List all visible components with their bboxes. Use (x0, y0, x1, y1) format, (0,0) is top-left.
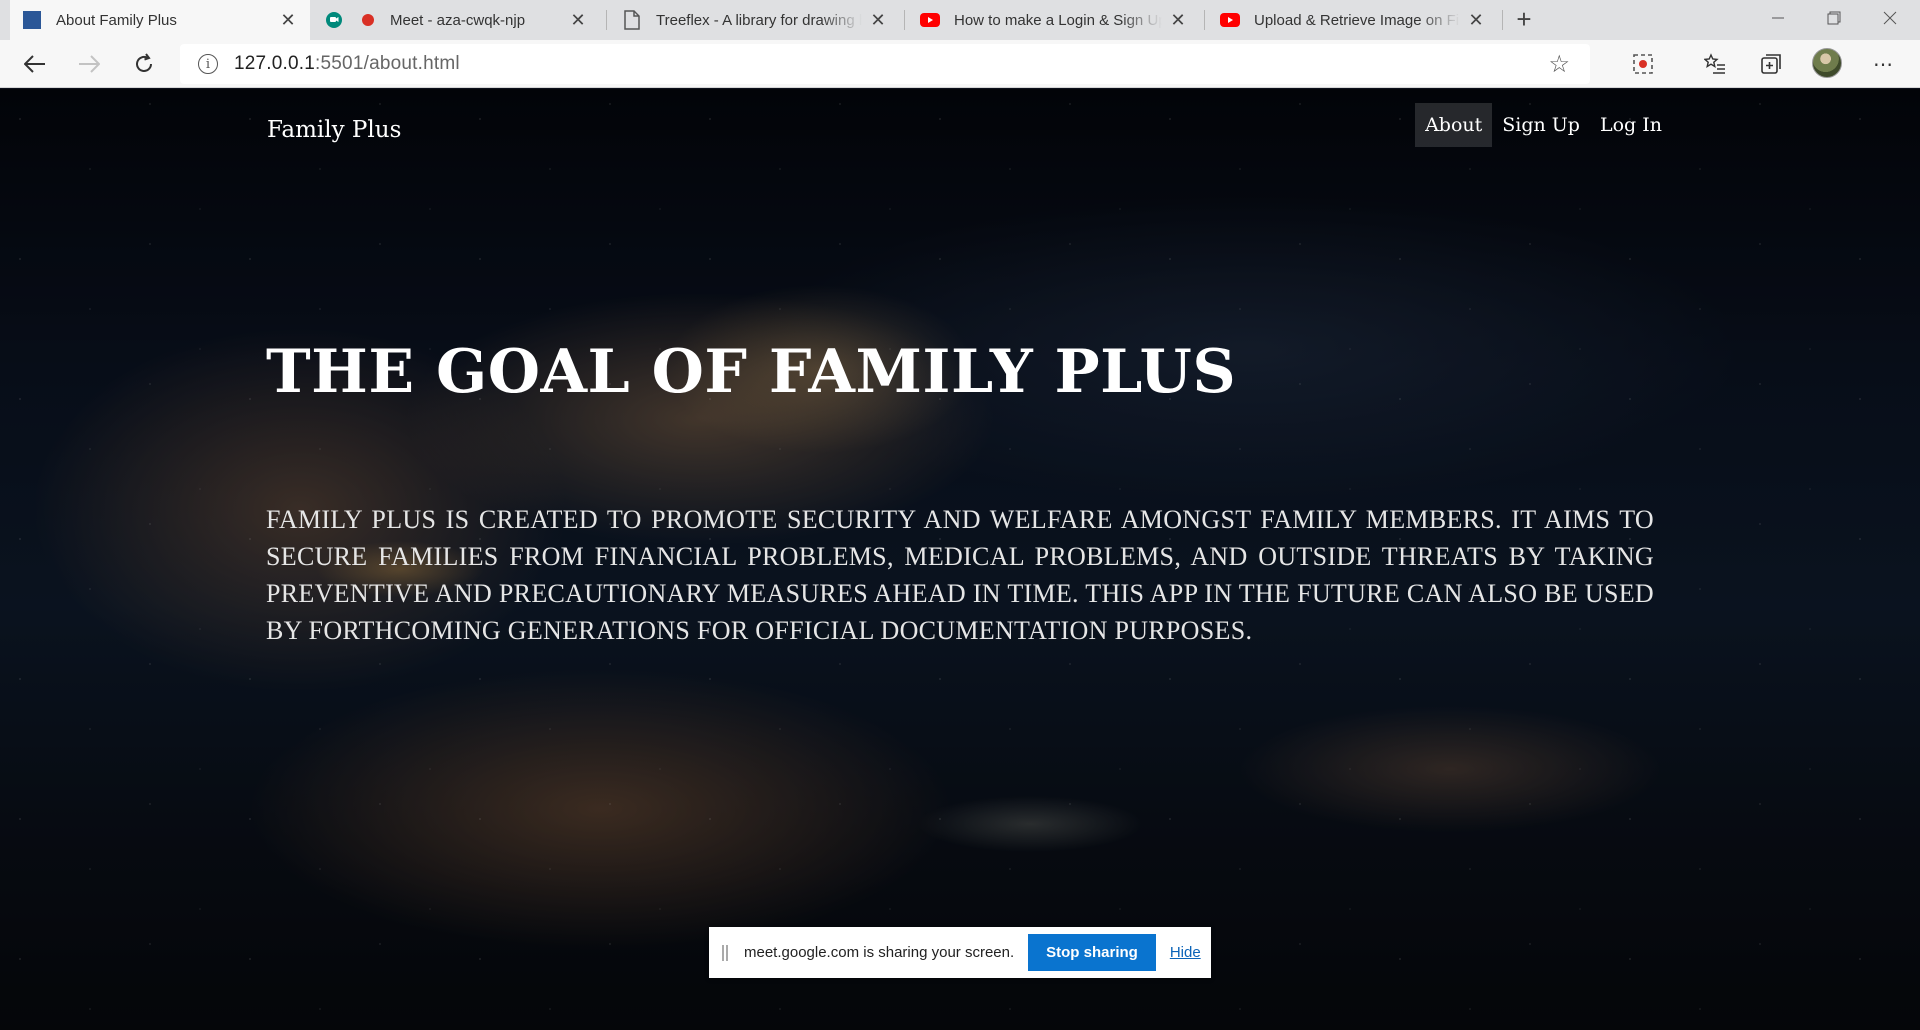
site-brand[interactable]: Family Plus (267, 117, 401, 143)
back-button[interactable] (18, 48, 52, 80)
nav-about[interactable]: About (1415, 103, 1493, 147)
screen-capture-icon (1633, 54, 1653, 74)
more-dots-icon: ⋯ (1873, 53, 1893, 76)
tab-divider (1502, 10, 1503, 30)
tab-title: Treeflex - A library for drawing h (656, 11, 862, 29)
url-path: :5501/about.html (315, 53, 460, 74)
url-host: 127.0.0.1 (234, 53, 316, 74)
tab-meet[interactable]: Meet - aza-cwqk-njp ✕ (312, 0, 600, 40)
hero-title: THE GOAL OF FAMILY PLUS (266, 337, 1237, 407)
profile-avatar[interactable] (1812, 48, 1842, 78)
drag-handle-icon[interactable] (722, 944, 728, 961)
nav-log-in[interactable]: Log In (1590, 103, 1672, 147)
favorites-button[interactable] (1698, 48, 1732, 80)
tab-divider (606, 10, 607, 30)
screen-capture-button[interactable] (1626, 48, 1660, 80)
tab-strip: About Family Plus ✕ Meet - aza-cwqk-njp … (0, 0, 1920, 40)
collections-button[interactable] (1754, 48, 1788, 80)
url-text[interactable]: 127.0.0.1:5501/about.html (234, 53, 460, 75)
hide-sharing-bar-link[interactable]: Hide (1170, 944, 1201, 961)
tab-title: About Family Plus (56, 11, 177, 29)
tab-divider (904, 10, 905, 30)
tab-divider (1204, 10, 1205, 30)
meet-icon (324, 10, 344, 30)
back-arrow-icon (24, 55, 45, 73)
refresh-icon (136, 53, 152, 72)
page-favicon (22, 10, 42, 30)
recording-dot-icon (358, 10, 378, 30)
settings-menu-button[interactable]: ⋯ (1866, 48, 1900, 80)
close-window-button[interactable] (1862, 0, 1918, 40)
favorites-list-icon (1704, 53, 1725, 74)
restore-button[interactable] (1806, 0, 1862, 40)
nav-sign-up[interactable]: Sign Up (1492, 103, 1590, 147)
close-tab-icon[interactable]: ✕ (1466, 10, 1486, 31)
tab-title: Upload & Retrieve Image on Fire (1254, 11, 1460, 29)
forward-arrow-icon (79, 55, 100, 73)
tab-title: How to make a Login & Sign Up (954, 11, 1162, 29)
tab-login-signup-video[interactable]: How to make a Login & Sign Up ✕ (908, 0, 1200, 40)
refresh-button[interactable] (127, 48, 161, 80)
page-hero: Family Plus About Sign Up Log In THE GOA… (0, 89, 1920, 1030)
screen-sharing-bar: meet.google.com is sharing your screen. … (709, 927, 1211, 978)
tab-title: Meet - aza-cwqk-njp (390, 11, 526, 29)
collections-icon (1761, 54, 1781, 74)
close-tab-icon[interactable]: ✕ (278, 10, 298, 31)
tab-treeflex[interactable]: Treeflex - A library for drawing h ✕ (610, 0, 900, 40)
tab-about-family-plus[interactable]: About Family Plus ✕ (10, 0, 310, 40)
hero-description: Family Plus is created to promote securi… (266, 505, 1654, 645)
close-tab-icon[interactable]: ✕ (1168, 10, 1188, 31)
browser-toolbar: i 127.0.0.1:5501/about.html ☆ ⋯ (0, 40, 1920, 88)
favorite-star-icon[interactable]: ☆ (1548, 50, 1570, 79)
youtube-icon (1220, 10, 1240, 30)
sharing-message: meet.google.com is sharing your screen. (744, 944, 1015, 961)
close-tab-icon[interactable]: ✕ (868, 10, 888, 31)
forward-button[interactable] (72, 48, 106, 80)
minimize-button[interactable] (1750, 0, 1806, 40)
youtube-icon (920, 10, 940, 30)
document-icon (622, 10, 642, 30)
close-tab-icon[interactable]: ✕ (568, 10, 588, 31)
site-nav: About Sign Up Log In (1415, 103, 1672, 147)
address-bar[interactable]: i 127.0.0.1:5501/about.html ☆ (180, 44, 1590, 84)
tab-upload-image-video[interactable]: Upload & Retrieve Image on Fire ✕ (1208, 0, 1498, 40)
site-info-icon[interactable]: i (198, 54, 218, 74)
stop-sharing-button[interactable]: Stop sharing (1028, 934, 1156, 971)
new-tab-button[interactable]: + (1510, 4, 1538, 36)
